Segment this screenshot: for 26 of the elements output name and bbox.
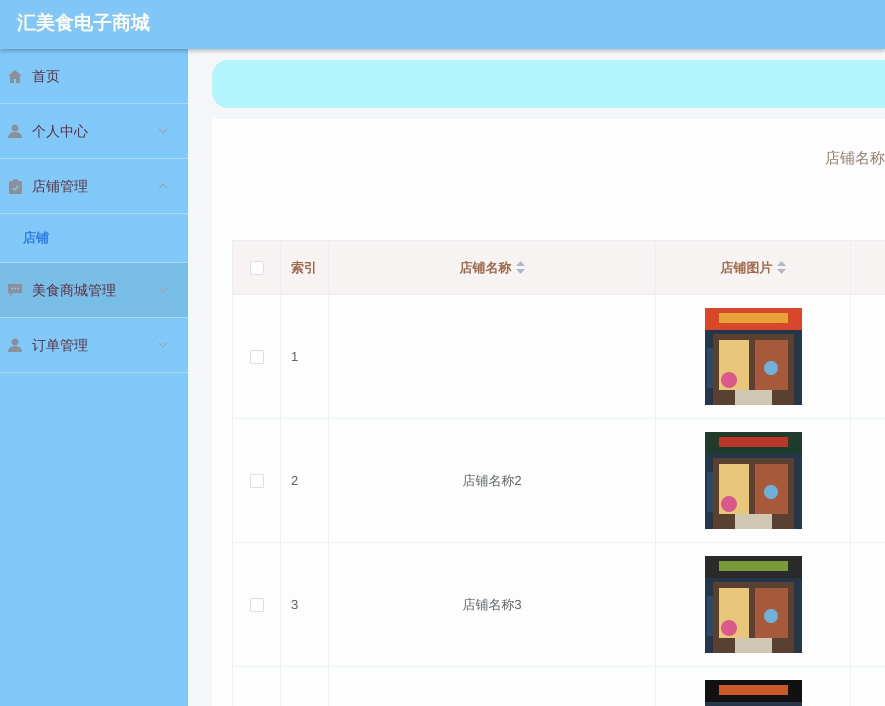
checkbox[interactable]	[250, 474, 264, 488]
sort-icon[interactable]	[516, 261, 524, 274]
user-icon	[8, 338, 22, 352]
table-cell-text: 3	[291, 596, 298, 614]
sidebar-item[interactable]: 订单管理	[0, 318, 188, 373]
sidebar-item[interactable]: 个人中心	[0, 104, 188, 159]
clipboard-icon	[8, 178, 22, 194]
home-icon	[8, 70, 22, 82]
column-header: 店铺名称	[460, 258, 512, 277]
table-cell-text: 2	[291, 472, 298, 490]
checkbox[interactable]	[250, 260, 264, 274]
checkbox[interactable]	[250, 598, 264, 612]
search-label: 店铺名称	[825, 149, 885, 169]
sidebar-item[interactable]: 店铺管理	[0, 159, 188, 214]
column-header: 店铺图片	[720, 258, 772, 277]
table-cell-text: 店铺名称3	[462, 596, 522, 614]
table-cell-text: 店铺名称2	[462, 472, 522, 490]
sidebar-item[interactable]: 美食商城管理	[0, 263, 188, 318]
table-cell-text: 1	[291, 348, 298, 366]
column-header: 索引	[291, 258, 317, 277]
app-title: 汇美食电子商城	[17, 11, 150, 36]
sort-icon[interactable]	[776, 261, 786, 274]
sidebar-item[interactable]: 首页	[0, 49, 188, 104]
chat-icon	[8, 283, 22, 297]
user-icon	[8, 124, 22, 138]
checkbox[interactable]	[250, 350, 264, 364]
